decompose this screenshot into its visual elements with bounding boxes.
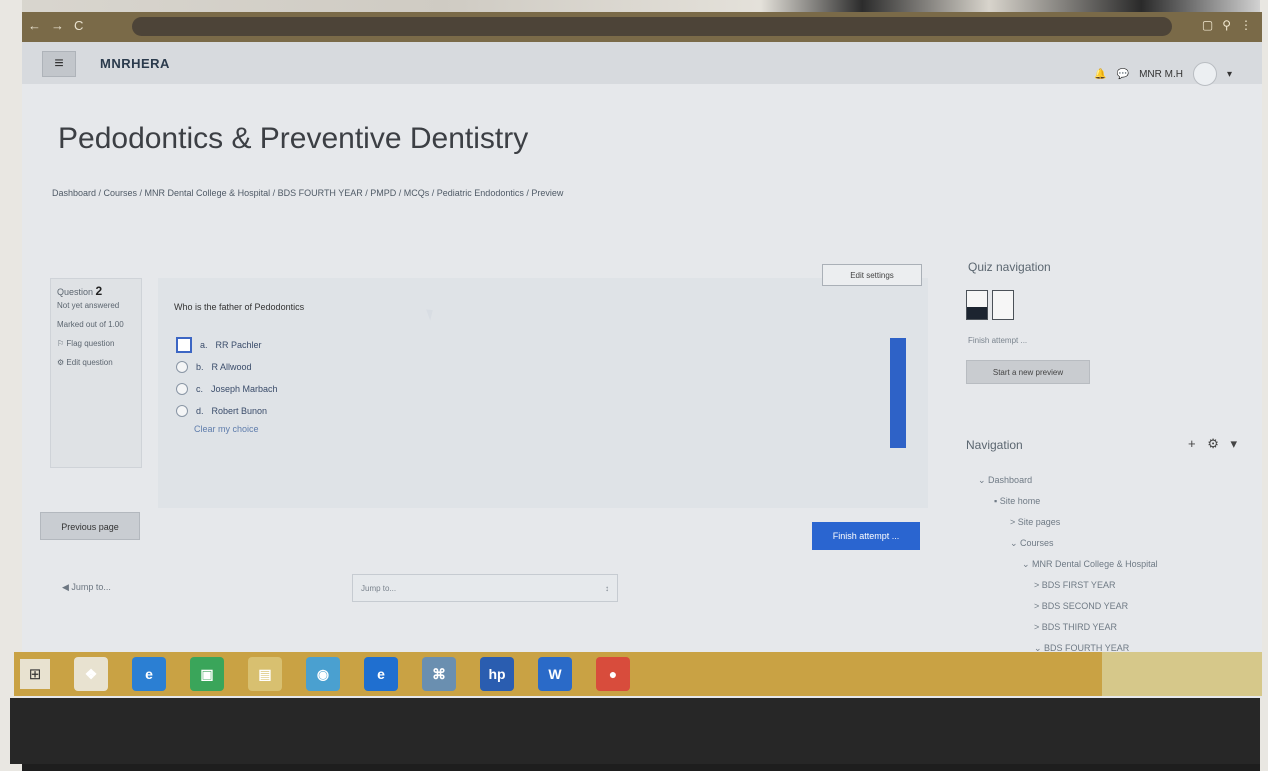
monitor-bezel-bottom <box>10 698 1260 764</box>
flag-question-link[interactable]: ⚐ Flag question <box>57 337 135 350</box>
answer-letter-d: d. <box>196 406 204 416</box>
windows-taskbar: ⊞ ❖ e ▣ ▤ ◉ e ⌘ hp W ● <box>14 652 1262 696</box>
cast-icon[interactable]: ▢ <box>1202 18 1213 32</box>
start-new-preview-button[interactable]: Start a new preview <box>966 360 1090 384</box>
user-menu[interactable]: 🔔 💬 MNR M.H ▾ <box>1094 62 1232 86</box>
system-tray[interactable] <box>1102 652 1262 696</box>
answer-radio-b[interactable] <box>176 361 188 373</box>
previous-page-button[interactable]: Previous page <box>40 512 140 540</box>
site-name-link[interactable]: MNRHERA <box>100 56 170 71</box>
screen: ← → C ▢ ⚲ ⋮ ≡ MNRHERA 🔔 💬 MNR M.H ▾ Pedo… <box>22 12 1262 698</box>
navigation-block-controls[interactable]: + ⚙ ▾ <box>1188 436 1241 452</box>
hamburger-menu-button[interactable]: ≡ <box>42 51 76 77</box>
navigation-tree: ⌄ Dashboard ▪ Site home > Site pages ⌄ C… <box>978 470 1158 659</box>
nav-tree-item[interactable]: > BDS THIRD YEAR <box>978 617 1158 638</box>
answer-letter-b: b. <box>196 362 204 372</box>
nav-tree-item[interactable]: ⌄ MNR Dental College & Hospital <box>978 554 1158 575</box>
avatar[interactable] <box>1192 62 1217 86</box>
taskbar-app-icon[interactable]: hp <box>480 657 514 691</box>
question-content: Who is the father of Pedodontics a. RR Pa… <box>158 278 928 508</box>
forward-icon[interactable]: → <box>51 18 64 33</box>
taskbar-app-icon[interactable]: e <box>364 657 398 691</box>
jump-link[interactable]: ◀ Jump to... <box>62 582 111 593</box>
taskbar-app-icon[interactable]: W <box>538 657 572 691</box>
answer-radio-a[interactable] <box>176 337 192 353</box>
answer-option-d[interactable]: d. Robert Bunon <box>176 400 278 422</box>
taskbar-app-icon[interactable]: ● <box>596 657 630 691</box>
taskbar-app-icon[interactable]: ◉ <box>306 657 340 691</box>
answer-letter-c: c. <box>196 384 204 394</box>
question-marks: Marked out of 1.00 <box>57 320 124 329</box>
answer-radio-c[interactable] <box>176 383 188 395</box>
answer-radio-d[interactable] <box>176 405 188 417</box>
nav-tree-item[interactable]: ⌄ Dashboard <box>978 470 1158 491</box>
messages-icon[interactable]: 💬 <box>1117 69 1129 80</box>
browser-extensions: ▢ ⚲ ⋮ <box>1202 18 1252 32</box>
page-title: Pedodontics & Preventive Dentistry <box>58 122 529 155</box>
edit-settings-button[interactable]: Edit settings <box>822 264 922 286</box>
menu-dots-icon[interactable]: ⋮ <box>1240 18 1252 32</box>
taskbar-app-icon[interactable]: ⌘ <box>422 657 456 691</box>
answer-text-a: RR Pachler <box>215 340 262 350</box>
question-info-panel: Question 2 Not yet answered Marked out o… <box>50 278 142 468</box>
finish-attempt-link[interactable]: Finish attempt ... <box>968 336 1027 345</box>
nav-tree-item[interactable]: ▪ Site home <box>978 491 1158 512</box>
taskbar-app-icon[interactable]: ▤ <box>248 657 282 691</box>
taskbar-app-icon[interactable]: e <box>132 657 166 691</box>
notification-bell-icon[interactable]: 🔔 <box>1094 69 1106 80</box>
answer-option-a[interactable]: a. RR Pachler <box>176 334 278 356</box>
address-bar[interactable] <box>132 17 1172 36</box>
question-number: Question 2 <box>57 284 103 298</box>
chevron-down-icon[interactable]: ▾ <box>1227 69 1232 80</box>
reload-icon[interactable]: C <box>74 18 83 33</box>
jump-to-select[interactable]: Jump to... ↕ <box>352 574 618 602</box>
nav-tree-item[interactable]: ⌄ Courses <box>978 533 1158 554</box>
browser-chrome: ← → C ▢ ⚲ ⋮ <box>22 12 1262 42</box>
back-icon[interactable]: ← <box>28 18 41 33</box>
edit-question-link[interactable]: ⚙ Edit question <box>57 356 135 369</box>
answer-option-b[interactable]: b. R Allwood <box>176 356 278 378</box>
answer-text-c: Joseph Marbach <box>211 384 278 394</box>
jump-to-value: Jump to... <box>361 584 397 593</box>
site-header: ≡ MNRHERA <box>22 42 1262 84</box>
username[interactable]: MNR M.H <box>1139 69 1183 80</box>
breadcrumb[interactable]: Dashboard / Courses / MNR Dental College… <box>52 188 563 198</box>
start-button[interactable]: ⊞ <box>20 659 50 689</box>
nav-tree-item[interactable]: > Site pages <box>978 512 1158 533</box>
answer-text-d: Robert Bunon <box>211 406 268 416</box>
scroll-indicator[interactable] <box>890 338 906 448</box>
finish-attempt-button[interactable]: Finish attempt ... <box>812 522 920 550</box>
browser-nav-buttons: ← → C <box>28 18 83 33</box>
quiz-navigation-title: Quiz navigation <box>968 260 1051 274</box>
taskbar-app-icon[interactable]: ▣ <box>190 657 224 691</box>
sidebar: Quiz navigation Finish attempt ... Start… <box>952 242 1262 672</box>
quiz-navigation-boxes <box>966 290 1014 320</box>
quiz-nav-question-1[interactable] <box>966 290 988 320</box>
quiz-nav-question-2[interactable] <box>992 290 1014 320</box>
nav-tree-item[interactable]: > BDS FIRST YEAR <box>978 575 1158 596</box>
question-text: Who is the father of Pedodontics <box>174 302 305 312</box>
pin-icon[interactable]: ⚲ <box>1222 18 1231 32</box>
answer-list: a. RR Pachler b. R Allwood c. Joseph Marbac… <box>176 334 278 434</box>
clear-choice-link[interactable]: Clear my choice <box>194 424 278 434</box>
question-status: Not yet answered <box>57 301 120 310</box>
answer-option-c[interactable]: c. Joseph Marbach <box>176 378 278 400</box>
answer-letter-a: a. <box>200 340 208 350</box>
taskbar-app-icon[interactable]: ❖ <box>74 657 108 691</box>
nav-tree-item[interactable]: > BDS SECOND YEAR <box>978 596 1158 617</box>
navigation-title: Navigation <box>966 438 1023 452</box>
select-arrow-icon: ↕ <box>605 584 609 593</box>
answer-text-b: R Allwood <box>211 362 252 372</box>
